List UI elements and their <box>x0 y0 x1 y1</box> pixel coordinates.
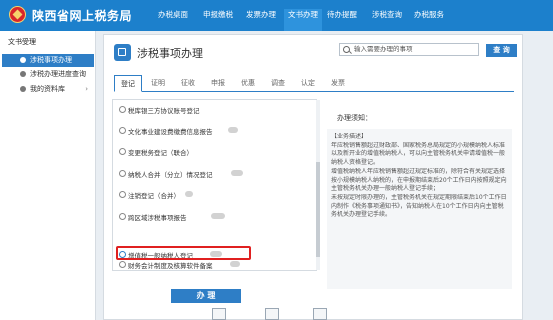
notice-line: 【业务描述】 <box>331 133 368 140</box>
list-item[interactable]: 变更税务登记（联合） <box>128 147 193 157</box>
nav-invoice[interactable]: 发票办理 <box>246 9 276 31</box>
expand-icon[interactable] <box>265 308 279 320</box>
nav-reminders[interactable]: 待办提醒 <box>327 9 357 31</box>
scrollbar-thumb[interactable] <box>316 162 320 257</box>
radio-button[interactable] <box>119 261 126 268</box>
radio-button[interactable] <box>119 213 126 220</box>
radio-button[interactable] <box>119 191 126 198</box>
page-title: 涉税事项办理 <box>137 47 203 60</box>
settings-icon <box>20 71 26 77</box>
nav-tax-query[interactable]: 涉税查询 <box>372 9 402 31</box>
notice-line: 年应税销售额超过财政部、国家税务总局规定的小规模纳税人标准以及新开业的增值税纳税… <box>331 141 506 167</box>
nav-desktop[interactable]: 办税桌面 <box>158 9 188 31</box>
tab-survey[interactable]: 调查 <box>264 75 292 91</box>
document-icon <box>20 57 26 63</box>
list-item[interactable]: 注销登记（合并） <box>128 190 180 200</box>
redacted-mark <box>211 213 225 219</box>
fullscreen-icon[interactable] <box>212 308 226 320</box>
tab-certificate[interactable]: 证明 <box>144 75 172 91</box>
search-placeholder: 输入需要办理的事项 <box>354 45 413 53</box>
redacted-mark <box>228 127 238 133</box>
sidebar-title: 文书受理 <box>8 38 36 46</box>
notice-line: 未按规定时限办理的，主管税务机关在规定期限结束后10个工作日内制作《税务事项通知… <box>331 193 507 219</box>
nav-documents[interactable]: 文书办理 <box>284 9 322 31</box>
notice-body: 【业务描述】 年应税销售额超过财政部、国家税务总局规定的小规模纳税人标准以及新开… <box>327 129 512 289</box>
tab-preferential[interactable]: 优惠 <box>234 75 262 91</box>
selection-highlight-box <box>116 246 251 260</box>
nav-declare-pay[interactable]: 申报缴税 <box>203 9 233 31</box>
tax-bureau-emblem-icon <box>9 6 26 23</box>
redacted-mark <box>185 191 193 197</box>
list-item[interactable]: 跨区域涉税事项报告 <box>128 212 187 222</box>
top-header: 陕西省网上税务局 办税桌面 申报缴税 发票办理 文书办理 待办提醒 涉税查询 办… <box>0 0 553 31</box>
list-item[interactable]: 文化事业建设费缴费信息报告 <box>128 126 213 136</box>
notice-title: 办理须知： <box>337 114 372 122</box>
edit-document-icon <box>114 44 131 61</box>
search-icon <box>343 46 350 53</box>
tab-invoice[interactable]: 发票 <box>324 75 352 91</box>
search-button[interactable]: 查 询 <box>486 44 517 57</box>
list-item[interactable]: 财务会计制度及核算软件备案 <box>128 260 213 270</box>
sidebar-item-label: 涉税办理进度查询 <box>30 70 86 78</box>
radio-button[interactable] <box>119 148 126 155</box>
list-item[interactable]: 税库银三方协议账号登记 <box>128 105 200 115</box>
radio-button[interactable] <box>119 127 126 134</box>
category-tabs: 登记 证明 征收 申报 优惠 调查 认定 发票 <box>114 75 514 92</box>
tab-declaration[interactable]: 申报 <box>204 75 232 91</box>
search-input[interactable]: 输入需要办理的事项 <box>339 43 479 56</box>
tab-collection[interactable]: 征收 <box>174 75 202 91</box>
nav-tax-service[interactable]: 办税服务 <box>414 9 444 31</box>
radio-button[interactable] <box>119 170 126 177</box>
notice-line: 增值税纳税人年应税销售额超过规定标准的，除符合有关规定选择按小规模纳税人纳税的，… <box>331 167 507 193</box>
process-button[interactable]: 办 理 <box>171 289 241 303</box>
sidebar-item-label: 涉税事项办理 <box>30 56 72 64</box>
list-item[interactable]: 纳税人合并（分立）情况登记 <box>128 169 213 179</box>
redacted-mark <box>231 170 243 176</box>
redacted-mark <box>230 261 240 267</box>
tab-register[interactable]: 登记 <box>114 75 142 92</box>
sidebar: 文书受理 涉税事项办理 涉税办理进度查询 我的资料库 › <box>0 31 96 320</box>
tab-certification[interactable]: 认定 <box>294 75 322 91</box>
sidebar-item-tax-matters[interactable]: 涉税事项办理 <box>2 54 94 67</box>
chevron-right-icon: › <box>85 85 88 93</box>
user-icon <box>20 86 26 92</box>
matter-list: 税库银三方协议账号登记 文化事业建设费缴费信息报告 变更税务登记（联合） 纳税人… <box>112 99 320 271</box>
main-panel: 涉税事项办理 输入需要办理的事项 查 询 登记 证明 征收 申报 优惠 调查 认… <box>103 34 523 320</box>
site-title: 陕西省网上税务局 <box>32 9 133 23</box>
collapse-icon[interactable] <box>313 308 327 320</box>
sidebar-item-my-library[interactable]: 我的资料库 › <box>2 83 94 96</box>
sidebar-item-progress-query[interactable]: 涉税办理进度查询 <box>2 68 94 81</box>
sidebar-item-label: 我的资料库 <box>30 85 65 93</box>
radio-button[interactable] <box>119 106 126 113</box>
